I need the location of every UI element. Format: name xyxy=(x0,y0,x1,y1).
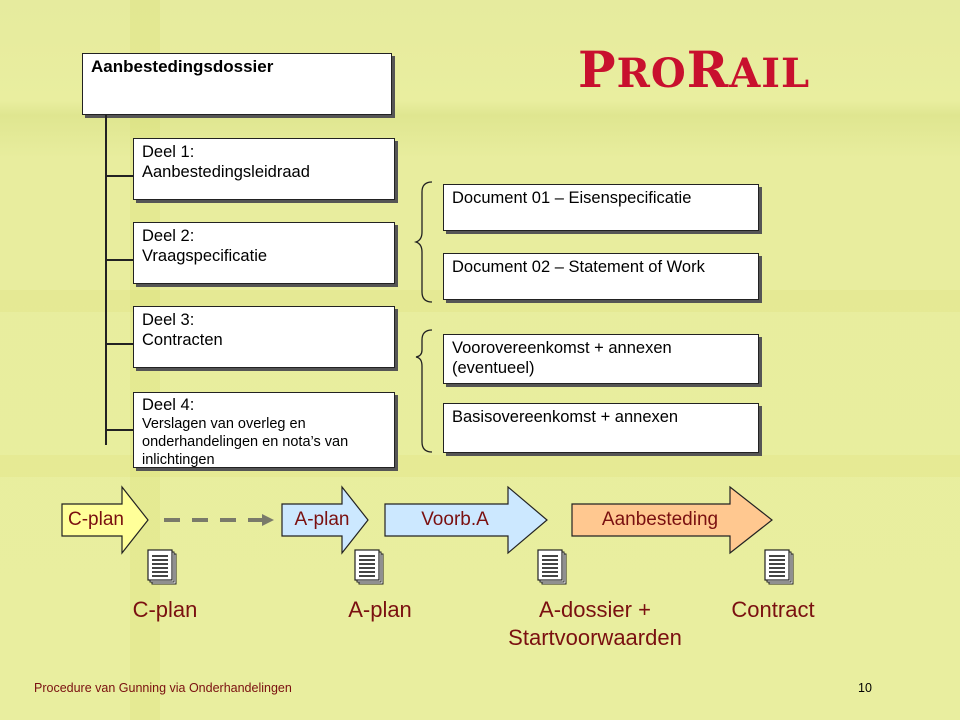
deliverable-label-c-plan: C-plan xyxy=(132,597,198,622)
page-number: 10 xyxy=(858,681,872,695)
brace-icon xyxy=(415,329,433,453)
footer-title: Procedure van Gunning via Onderhandeling… xyxy=(34,681,292,695)
document-text: Document 01 – Eisenspecificatie xyxy=(452,189,692,207)
deliverable-label-contract: Contract xyxy=(731,597,815,622)
document-icon xyxy=(764,549,794,585)
document-text: Voorovereenkomst + annexen (eventueel) xyxy=(452,339,672,377)
deliverable-label-a-dossier: A-dossier + Startvoorwaarden xyxy=(508,597,682,650)
document-box-4: Basisovereenkomst + annexen xyxy=(443,403,759,453)
document-icon xyxy=(354,549,384,585)
process-label-voorb-a: Voorb.A xyxy=(421,509,489,530)
brace-icon xyxy=(413,181,433,303)
document-text: Document 02 – Statement of Work xyxy=(452,258,705,276)
document-box-1: Document 01 – Eisenspecificatie xyxy=(443,184,759,231)
document-icon xyxy=(147,549,177,585)
process-label-aanbesteding: Aanbesteding xyxy=(601,509,719,530)
document-icon xyxy=(537,549,567,585)
dashed-connector-arrowhead xyxy=(262,514,274,526)
deliverable-label-a-plan: A-plan xyxy=(348,597,412,622)
document-box-2: Document 02 – Statement of Work xyxy=(443,253,759,300)
document-box-3: Voorovereenkomst + annexen (eventueel) xyxy=(443,334,759,384)
document-text: Basisovereenkomst + annexen xyxy=(452,408,679,426)
process-label-a-plan: A-plan xyxy=(294,509,350,530)
process-label-c-plan: C-plan xyxy=(68,509,124,530)
